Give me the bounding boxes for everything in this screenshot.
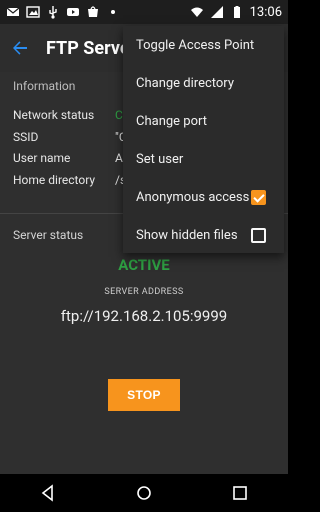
- menu-item-change-directory[interactable]: Change directory: [123, 64, 284, 102]
- status-bar: 13:06: [0, 0, 288, 24]
- menu-item-label: Anonymous access: [136, 189, 250, 205]
- youtube-icon: [67, 8, 79, 16]
- user-name-label: User name: [13, 151, 71, 165]
- stop-button[interactable]: STOP: [108, 379, 180, 411]
- server-address-label: SERVER ADDRESS: [104, 287, 184, 297]
- menu-item-change-port[interactable]: Change port: [123, 102, 284, 140]
- home-icon[interactable]: [135, 484, 153, 502]
- mail-icon: [6, 7, 20, 16]
- menu-item-label: Change port: [136, 113, 207, 129]
- status-time: 13:06: [249, 4, 282, 20]
- recents-icon[interactable]: [231, 484, 249, 502]
- menu-item-label: Set user: [136, 151, 184, 167]
- signal-icon: [210, 6, 223, 18]
- menu-item-toggle-access-point[interactable]: Toggle Access Point: [123, 26, 284, 64]
- server-status-section-title: Server status: [13, 228, 84, 242]
- user-name-value: A: [115, 151, 123, 165]
- server-status-value: ACTIVE: [118, 256, 170, 274]
- back-icon[interactable]: [39, 484, 57, 502]
- menu-item-label: Show hidden files: [136, 227, 238, 243]
- network-status-value: C: [115, 108, 123, 122]
- network-status-label: Network status: [13, 108, 95, 122]
- navigation-bar: [0, 474, 288, 512]
- server-address-value: ftp://192.168.2.105:9999: [60, 307, 228, 325]
- home-directory-label: Home directory: [13, 173, 96, 187]
- menu-item-anonymous-access[interactable]: Anonymous access: [123, 178, 284, 216]
- shopping-icon: [88, 6, 98, 17]
- more-dot-icon: [111, 10, 115, 14]
- menu-item-show-hidden-files[interactable]: Show hidden files: [123, 216, 284, 254]
- ssid-label: SSID: [13, 130, 39, 144]
- information-section-title: Information: [13, 79, 76, 93]
- menu-item-label: Change directory: [136, 75, 234, 91]
- arrow-back-icon: [13, 41, 27, 55]
- menu-item-set-user[interactable]: Set user: [123, 140, 284, 178]
- usb-icon: [49, 6, 57, 19]
- overflow-menu: Toggle Access Point Change directory Cha…: [123, 26, 284, 253]
- wifi-icon: [190, 7, 203, 17]
- show-hidden-files-checkbox[interactable]: [251, 227, 266, 243]
- anonymous-access-checkbox[interactable]: [251, 189, 266, 205]
- status-left-icons: [6, 5, 120, 19]
- back-button[interactable]: [0, 24, 40, 72]
- menu-item-label: Toggle Access Point: [136, 37, 255, 53]
- image-icon: [26, 6, 40, 18]
- battery-icon: [233, 6, 240, 18]
- status-right: 13:06: [190, 5, 282, 20]
